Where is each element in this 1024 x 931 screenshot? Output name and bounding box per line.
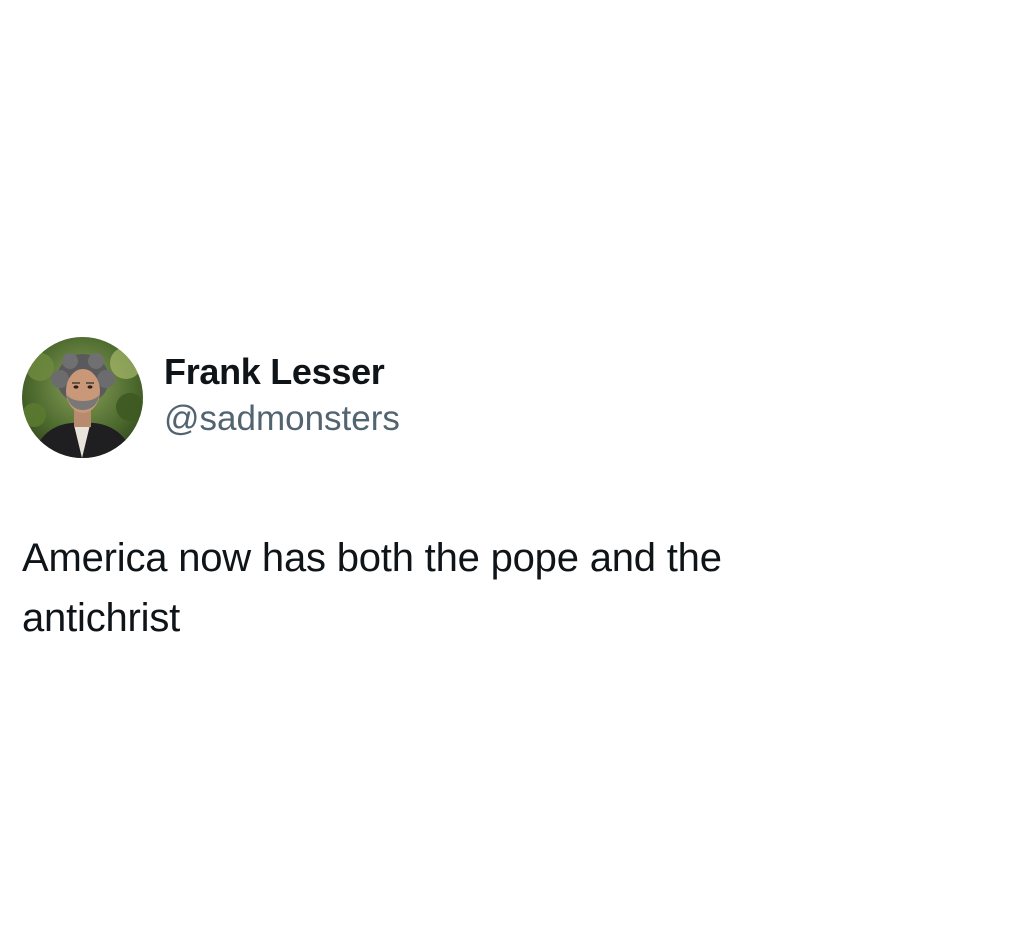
author-display-name[interactable]: Frank Lesser	[164, 350, 400, 394]
tweet-text: America now has both the pope and the an…	[22, 528, 902, 648]
avatar[interactable]	[22, 337, 143, 458]
author-handle[interactable]: @sadmonsters	[164, 396, 400, 442]
tweet-header: Frank Lesser @sadmonsters	[22, 337, 982, 458]
tweet-text-line: antichrist	[22, 596, 181, 640]
profile-photo-icon	[22, 337, 143, 458]
tweet-text-line: America now has both the pope and the	[22, 536, 722, 580]
tweet-card: Frank Lesser @sadmonsters America now ha…	[22, 337, 982, 648]
author-identity: Frank Lesser @sadmonsters	[164, 350, 400, 442]
